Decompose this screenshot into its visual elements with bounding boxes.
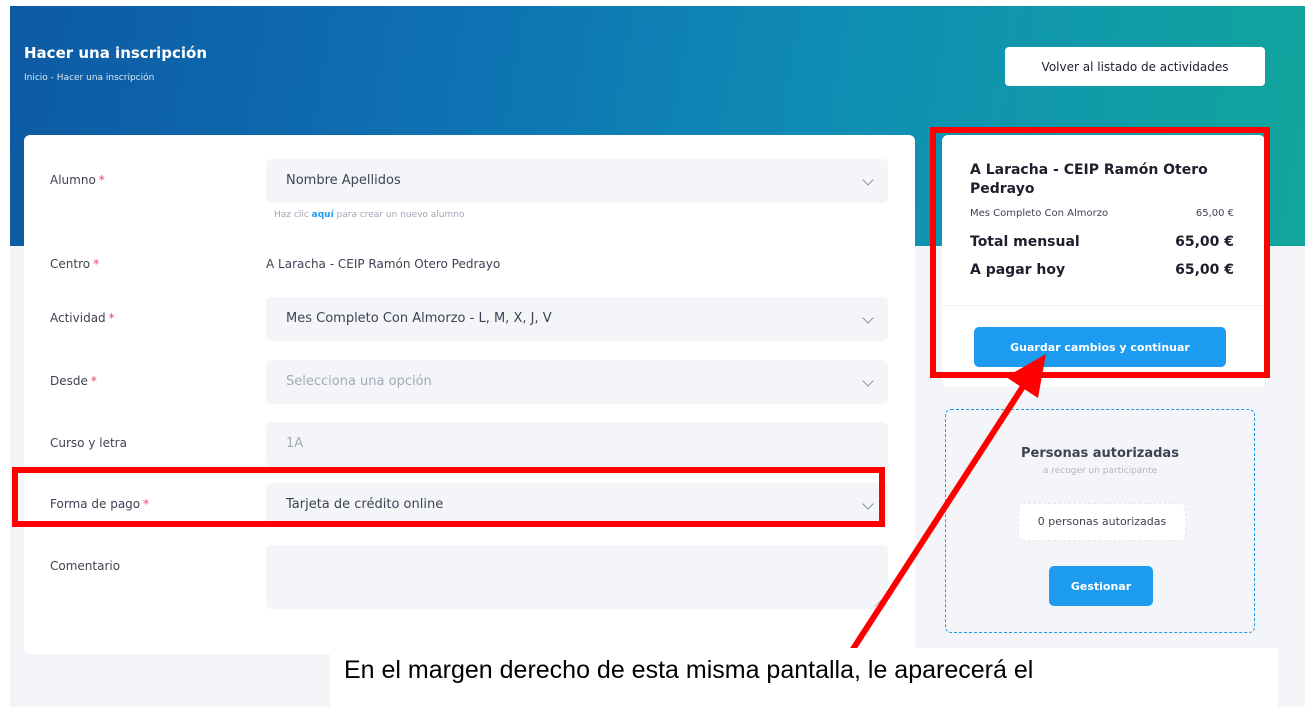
- annotation-arrow: [817, 354, 1046, 702]
- screenshot: Hacer una inscripción Inicio - Hacer una…: [0, 0, 1305, 707]
- annotation-caption-box: En el margen derecho de esta misma panta…: [330, 648, 1278, 707]
- arrow-head: [1006, 354, 1046, 398]
- annotation-caption: En el margen derecho de esta misma panta…: [344, 656, 1034, 684]
